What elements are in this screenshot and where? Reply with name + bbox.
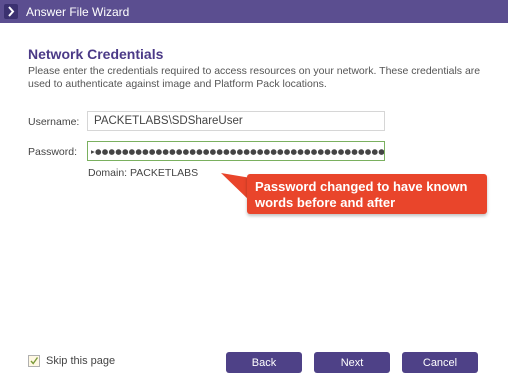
page-title: Network Credentials <box>28 46 164 62</box>
skip-label: Skip this page <box>46 355 116 367</box>
password-value: ▸●●●●●●●●●●●●●●●●●●●●●●●●●●●●●●●●●●●●●●●… <box>91 146 385 156</box>
page-description: Please enter the credentials required to… <box>28 65 481 90</box>
wizard-app-icon <box>4 4 18 19</box>
skip-checkbox[interactable] <box>28 355 40 367</box>
skip-page-option[interactable]: Skip this page <box>28 355 115 367</box>
password-field[interactable]: ▸●●●●●●●●●●●●●●●●●●●●●●●●●●●●●●●●●●●●●●●… <box>87 141 385 161</box>
next-button[interactable]: Next <box>314 352 390 373</box>
username-label: Username: <box>28 116 80 128</box>
window-title: Answer File Wizard <box>26 4 130 19</box>
cancel-button[interactable]: Cancel <box>402 352 478 373</box>
checkmark-icon <box>30 357 39 365</box>
back-button[interactable]: Back <box>226 352 302 373</box>
domain-text: Domain: PACKETLABS <box>88 167 199 179</box>
username-field[interactable]: PACKETLABS\SDShareUser <box>87 111 385 131</box>
callout-text: Password changed to have known words bef… <box>255 179 468 210</box>
username-value: PACKETLABS\SDShareUser <box>94 115 243 127</box>
password-label: Password: <box>28 146 78 158</box>
annotation-callout: Password changed to have known words bef… <box>221 172 489 216</box>
title-bar: Answer File Wizard <box>0 0 508 23</box>
